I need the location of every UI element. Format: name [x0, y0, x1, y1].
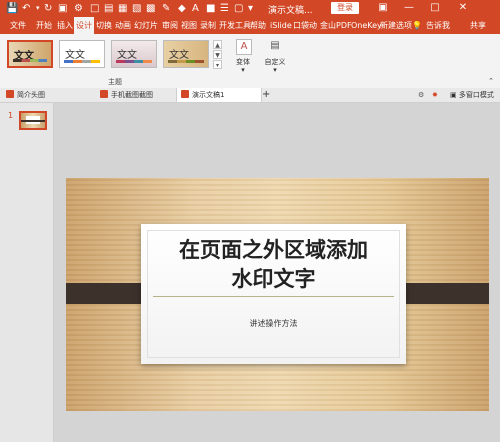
slide-title-line-2: 水印文字 — [231, 267, 316, 291]
multi-window-label: 多窗口模式 — [458, 91, 494, 99]
multi-window-toggle[interactable]: ▣ 多窗口模式 — [450, 88, 494, 102]
menu-pocket-animation[interactable]: 口袋动 — [291, 17, 319, 34]
menu-review[interactable]: 审阅 — [160, 17, 180, 34]
document-tab-bar: 简介头图 手机截图截图 演示文稿1 + ⚙ ✸ ▣ 多窗口模式 — [0, 88, 500, 103]
menu-help[interactable]: 帮助 — [248, 17, 268, 34]
customize-qa-icon[interactable]: ▾ — [248, 2, 253, 15]
pptx-file-icon — [100, 90, 108, 98]
ribbon: 文文 文文 文文 文文 ▲ ▼ ▾ 主题 A 变体 ▾ ▤ 自定义 ▾ ⌃ — [0, 34, 500, 89]
crop-icon[interactable]: ▢ — [234, 2, 243, 15]
redo-icon[interactable]: ↻ — [44, 2, 52, 15]
ribbon-display-icon[interactable]: ▣ — [372, 1, 394, 15]
theme-color-bar — [13, 59, 47, 62]
slide-thumbnail-pane: 1 — [0, 103, 54, 442]
slide-subtitle[interactable]: 讲述操作方法 — [141, 318, 406, 329]
window-icon: ▣ — [450, 91, 459, 99]
theme-more-icon[interactable]: ▾ — [213, 60, 222, 69]
theme-option-1[interactable]: 文文 — [7, 40, 53, 68]
pen-icon[interactable]: ✎ — [162, 2, 170, 15]
theme-color-bar — [116, 60, 152, 63]
slide-thumbnail[interactable] — [19, 111, 47, 130]
variants-icon[interactable]: A — [236, 39, 252, 55]
save-icon[interactable]: 💾 — [6, 2, 18, 15]
theme-scroll-up-icon[interactable]: ▲ — [213, 40, 222, 49]
layout-icon[interactable]: ▤ — [104, 2, 113, 15]
title-bar: 💾 ↶ ▾ ↻ ▣ ⚙ □ ▤ ▦ ▧ ▩ ✎ ◆ A ■ ☰ ▢ ▾ 演示文稿… — [0, 0, 500, 17]
theme-option-2[interactable]: 文文 — [59, 40, 105, 68]
tab-label: 简介头图 — [17, 91, 45, 99]
theme-label: 文文 — [117, 50, 137, 61]
tab-label: 手机截图截图 — [111, 91, 153, 99]
menu-home[interactable]: 开始 — [34, 17, 54, 34]
customize-icon[interactable]: ▤ — [268, 39, 282, 53]
undo-dropdown-icon[interactable]: ▾ — [36, 2, 40, 15]
menu-islide[interactable]: iSlide — [268, 17, 294, 34]
slide-title[interactable]: 在页面之外区域添加 水印文字 — [141, 236, 406, 294]
new-tab-icon[interactable]: + — [262, 88, 270, 102]
tab-label: 演示文稿1 — [192, 91, 225, 99]
right-band — [397, 283, 489, 304]
close-icon[interactable]: ✕ — [452, 1, 474, 15]
tab-presentation-1[interactable]: 演示文稿1 — [176, 88, 262, 102]
menu-new-tab[interactable]: 新建选项 — [378, 17, 414, 34]
menu-slideshow[interactable]: 幻灯片 — [132, 17, 160, 34]
menu-bar: 文件 开始 插入 设计 切换 动画 幻灯片 审阅 视图 录制 开发工具 帮助 i… — [0, 17, 500, 34]
document-title: 演示文稿... — [268, 6, 313, 16]
start-slideshow-icon[interactable]: ▣ — [58, 2, 67, 15]
settings-icon[interactable]: ⚙ — [418, 88, 424, 102]
menu-transitions[interactable]: 切换 — [94, 17, 114, 34]
slide-title-line-1: 在页面之外区域添加 — [179, 238, 368, 262]
font-color-icon[interactable]: A — [192, 2, 199, 15]
customize-dropdown-icon[interactable]: ▾ — [270, 66, 280, 74]
shape-icon[interactable]: □ — [90, 2, 99, 15]
theme-scroll-down-icon[interactable]: ▼ — [213, 50, 222, 59]
picture-icon[interactable]: ▩ — [146, 2, 155, 15]
align-icon[interactable]: ☰ — [220, 2, 229, 15]
collapse-ribbon-icon[interactable]: ⌃ — [486, 77, 496, 85]
touch-mode-icon[interactable]: ⚙ — [74, 2, 83, 15]
menu-insert[interactable]: 插入 — [55, 17, 75, 34]
text-box-icon[interactable]: ■ — [206, 2, 215, 15]
maximize-icon[interactable]: □ — [424, 1, 446, 15]
lightbulb-icon[interactable]: 💡 — [410, 17, 424, 34]
menu-file[interactable]: 文件 — [8, 17, 28, 34]
minimize-icon[interactable]: — — [398, 1, 420, 15]
slide-number: 1 — [8, 111, 14, 120]
tab-jianjie[interactable]: 简介头图 — [6, 88, 45, 102]
theme-option-4[interactable]: 文文 — [163, 40, 209, 68]
theme-label: 文文 — [65, 50, 85, 61]
title-card[interactable]: 在页面之外区域添加 水印文字 讲述操作方法 — [141, 224, 406, 364]
themes-group-label: 主题 — [108, 78, 122, 86]
pptx-file-icon — [181, 90, 189, 98]
theme-color-bar — [64, 60, 100, 63]
variants-dropdown-icon[interactable]: ▾ — [238, 66, 248, 74]
menu-view[interactable]: 视图 — [179, 17, 199, 34]
left-band — [66, 283, 150, 304]
divider-line — [153, 296, 394, 297]
menu-design[interactable]: 设计 — [74, 17, 94, 34]
table-icon[interactable]: ▦ — [118, 2, 127, 15]
share-button[interactable]: 共享 — [468, 17, 488, 34]
theme-color-bar — [168, 60, 204, 63]
menu-record[interactable]: 录制 — [198, 17, 218, 34]
theme-option-3[interactable]: 文文 — [111, 40, 157, 68]
chart-icon[interactable]: ▧ — [132, 2, 141, 15]
tab-phone-screenshot[interactable]: 手机截图截图 — [100, 88, 153, 102]
undo-icon[interactable]: ↶ — [22, 2, 30, 15]
login-button[interactable]: 登录 — [331, 2, 359, 14]
menu-animations[interactable]: 动画 — [113, 17, 133, 34]
theme-label: 文文 — [169, 50, 189, 61]
pptx-file-icon — [6, 90, 14, 98]
gear-icon[interactable]: ✸ — [432, 88, 438, 102]
tell-me[interactable]: 告诉我 — [424, 17, 452, 34]
shape-fill-icon[interactable]: ◆ — [178, 2, 186, 15]
